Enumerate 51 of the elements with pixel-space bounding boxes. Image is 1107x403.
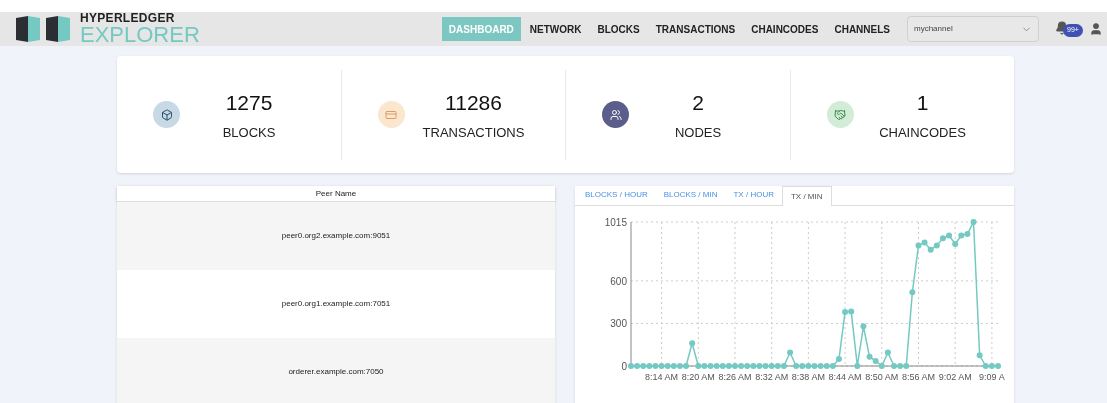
y-tick-label: 1015 [604,217,627,228]
data-point [860,323,867,330]
data-point [854,363,861,369]
stat-label: NODES [674,123,722,142]
nav-tab[interactable]: BLOCKS [590,17,647,41]
x-tick-label: 8:56 AM [901,372,935,382]
y-tick-label: 300 [610,318,627,330]
nav-tab[interactable]: TRANSACTIONS [648,17,743,41]
logo-subtitle: EXPLORER [80,24,200,46]
x-tick-label: 8:44 AM [828,372,862,382]
x-tick-label: 8:32 AM [755,372,789,382]
x-tick-label: 8:14 AM [645,372,679,382]
nav-tab[interactable]: CHANNELS [827,17,897,41]
chart-tab[interactable]: TX / HOUR [725,185,782,205]
channel-select[interactable]: mychannel [907,16,1039,42]
stat-icon [602,101,629,128]
x-tick-label: 8:20 AM [681,372,715,382]
data-point [976,352,983,359]
x-tick-label: 9:09 A [979,372,1005,382]
y-tick-label: 0 [621,361,627,372]
stat-label: CHAINCODES [879,123,966,142]
data-point [970,219,977,225]
stat-icon [153,101,180,128]
chart-tab[interactable]: TX / MIN [781,186,832,206]
stat-value: 2 [692,90,704,116]
data-point [787,349,794,356]
stat-value: 11286 [445,90,502,116]
user-icon[interactable] [1089,22,1103,36]
data-point [909,289,916,296]
stat-value: 1275 [225,90,273,116]
x-tick-label: 8:26 AM [718,372,752,382]
stat-label: BLOCKS [222,123,276,142]
stat-value: 1 [916,90,929,116]
chart-tab[interactable]: BLOCKS / HOUR [577,185,656,205]
data-point [689,340,696,347]
stat-label: TRANSACTIONS [422,123,525,142]
table-cell: peer0.org2.example.com:9051 [117,202,555,270]
data-point [952,241,959,247]
stat-icon [377,101,405,128]
stat-icon [826,101,854,128]
nav-tab[interactable]: CHAINCODES [744,17,826,41]
table-cell: peer0.org1.example.com:7051 [117,270,555,338]
x-tick-label: 8:50 AM [865,372,899,382]
data-point [884,349,891,356]
x-tick-label: 8:38 AM [791,372,825,382]
chart-tab[interactable]: BLOCKS / MIN [655,185,726,205]
table-cell: orderer.example.com:7050 [117,338,555,403]
logo-title: HYPERLEDGER [80,12,176,24]
x-tick-label: 9:02 AM [938,372,972,382]
nav-tab[interactable]: NETWORK [522,17,589,41]
y-tick-label: 600 [610,275,627,287]
